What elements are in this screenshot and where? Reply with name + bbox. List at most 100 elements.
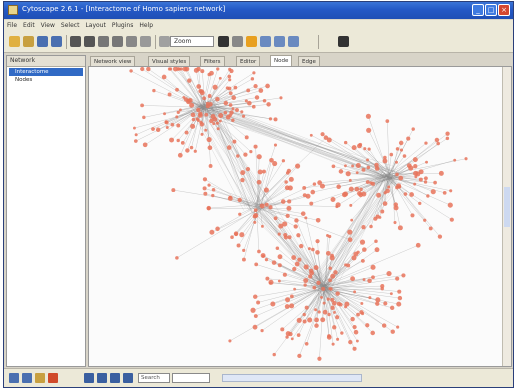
network-node[interactable] [275,246,280,251]
network-node[interactable] [284,180,288,184]
network-node[interactable] [413,170,419,176]
network-node[interactable] [236,243,241,248]
network-node[interactable] [251,104,256,109]
network-node[interactable] [398,175,404,181]
network-node[interactable] [426,194,430,198]
network-node[interactable] [322,309,328,315]
network-node[interactable] [252,324,258,330]
menu-view[interactable]: View [38,20,58,32]
network-node[interactable] [142,142,148,148]
network-node[interactable] [387,185,391,189]
network-node[interactable] [249,150,253,154]
network-node[interactable] [413,182,417,186]
network-node[interactable] [373,216,378,221]
network-node[interactable] [295,163,301,169]
network-node[interactable] [393,205,399,211]
open-icon[interactable] [23,36,34,47]
network-node[interactable] [302,319,307,324]
network-node[interactable] [215,96,220,102]
network-node[interactable] [264,202,269,207]
network-node[interactable] [365,180,370,184]
help-icon[interactable] [338,36,349,47]
network-node[interactable] [200,132,204,136]
network-node[interactable] [265,276,270,281]
network-node[interactable] [381,323,387,328]
network-node[interactable] [218,119,222,123]
network-node[interactable] [352,346,357,351]
network-node[interactable] [320,132,325,137]
network-node[interactable] [176,67,181,71]
network-node[interactable] [279,96,283,100]
network-node[interactable] [316,280,321,285]
network-node[interactable] [386,270,392,277]
network-node[interactable] [290,337,294,341]
network-node[interactable] [395,147,400,151]
network-node[interactable] [247,100,252,106]
network-node[interactable] [307,247,311,251]
network-node[interactable] [449,189,453,193]
network-node[interactable] [140,103,144,108]
network-node[interactable] [418,201,422,206]
network-node[interactable] [277,279,281,283]
network-node[interactable] [350,218,354,222]
network-node[interactable] [292,266,297,272]
network-node[interactable] [430,189,436,195]
network-node[interactable] [228,78,232,82]
network-node[interactable] [296,317,302,323]
network-node[interactable] [245,167,251,172]
network-node[interactable] [204,112,209,117]
network-node[interactable] [330,305,335,310]
network-node[interactable] [209,70,214,76]
network-node[interactable] [305,193,311,199]
network-node[interactable] [252,71,256,75]
network-node[interactable] [399,148,404,152]
search-field[interactable]: Search [138,373,170,383]
network-node[interactable] [206,136,212,143]
network-node[interactable] [164,120,168,124]
network-node[interactable] [211,193,215,198]
network-node[interactable] [309,133,313,137]
network-node[interactable] [304,216,308,220]
network-node[interactable] [348,186,354,192]
network-node[interactable] [327,312,331,317]
network-node[interactable] [193,149,197,153]
network-node[interactable] [208,164,213,168]
network-node[interactable] [336,337,340,341]
network-node[interactable] [370,181,375,186]
network-node[interactable] [333,311,336,314]
network-node[interactable] [332,325,337,330]
network-node[interactable] [338,169,344,174]
new-session-icon[interactable] [9,36,20,47]
menu-file[interactable]: File [4,20,20,32]
network-node[interactable] [250,307,256,313]
network-node[interactable] [335,291,340,296]
network-node[interactable] [374,239,378,243]
network-node[interactable] [389,292,393,296]
network-node[interactable] [378,215,382,219]
network-node[interactable] [359,187,363,192]
network-node[interactable] [293,224,298,229]
network-node[interactable] [253,83,258,89]
network-node[interactable] [361,312,365,316]
network-node[interactable] [323,135,329,140]
network-node[interactable] [187,97,193,103]
network-node[interactable] [228,103,233,107]
vizmapper-icon[interactable] [260,36,271,47]
network-node[interactable] [389,152,394,157]
network-node[interactable] [300,211,306,216]
network-node[interactable] [277,263,282,268]
network-node[interactable] [366,127,372,133]
network-node[interactable] [204,128,208,132]
network-node[interactable] [376,192,382,198]
network-node[interactable] [207,145,213,151]
hide-icon[interactable] [232,36,243,47]
network-node[interactable] [350,316,355,322]
network-node[interactable] [347,237,353,242]
tab-node[interactable]: Node [270,55,293,66]
network-node[interactable] [326,233,329,237]
network-node[interactable] [280,327,285,332]
network-node[interactable] [265,83,270,89]
network-node[interactable] [453,158,457,162]
close-icon[interactable] [48,373,58,383]
network-node[interactable] [434,137,440,143]
